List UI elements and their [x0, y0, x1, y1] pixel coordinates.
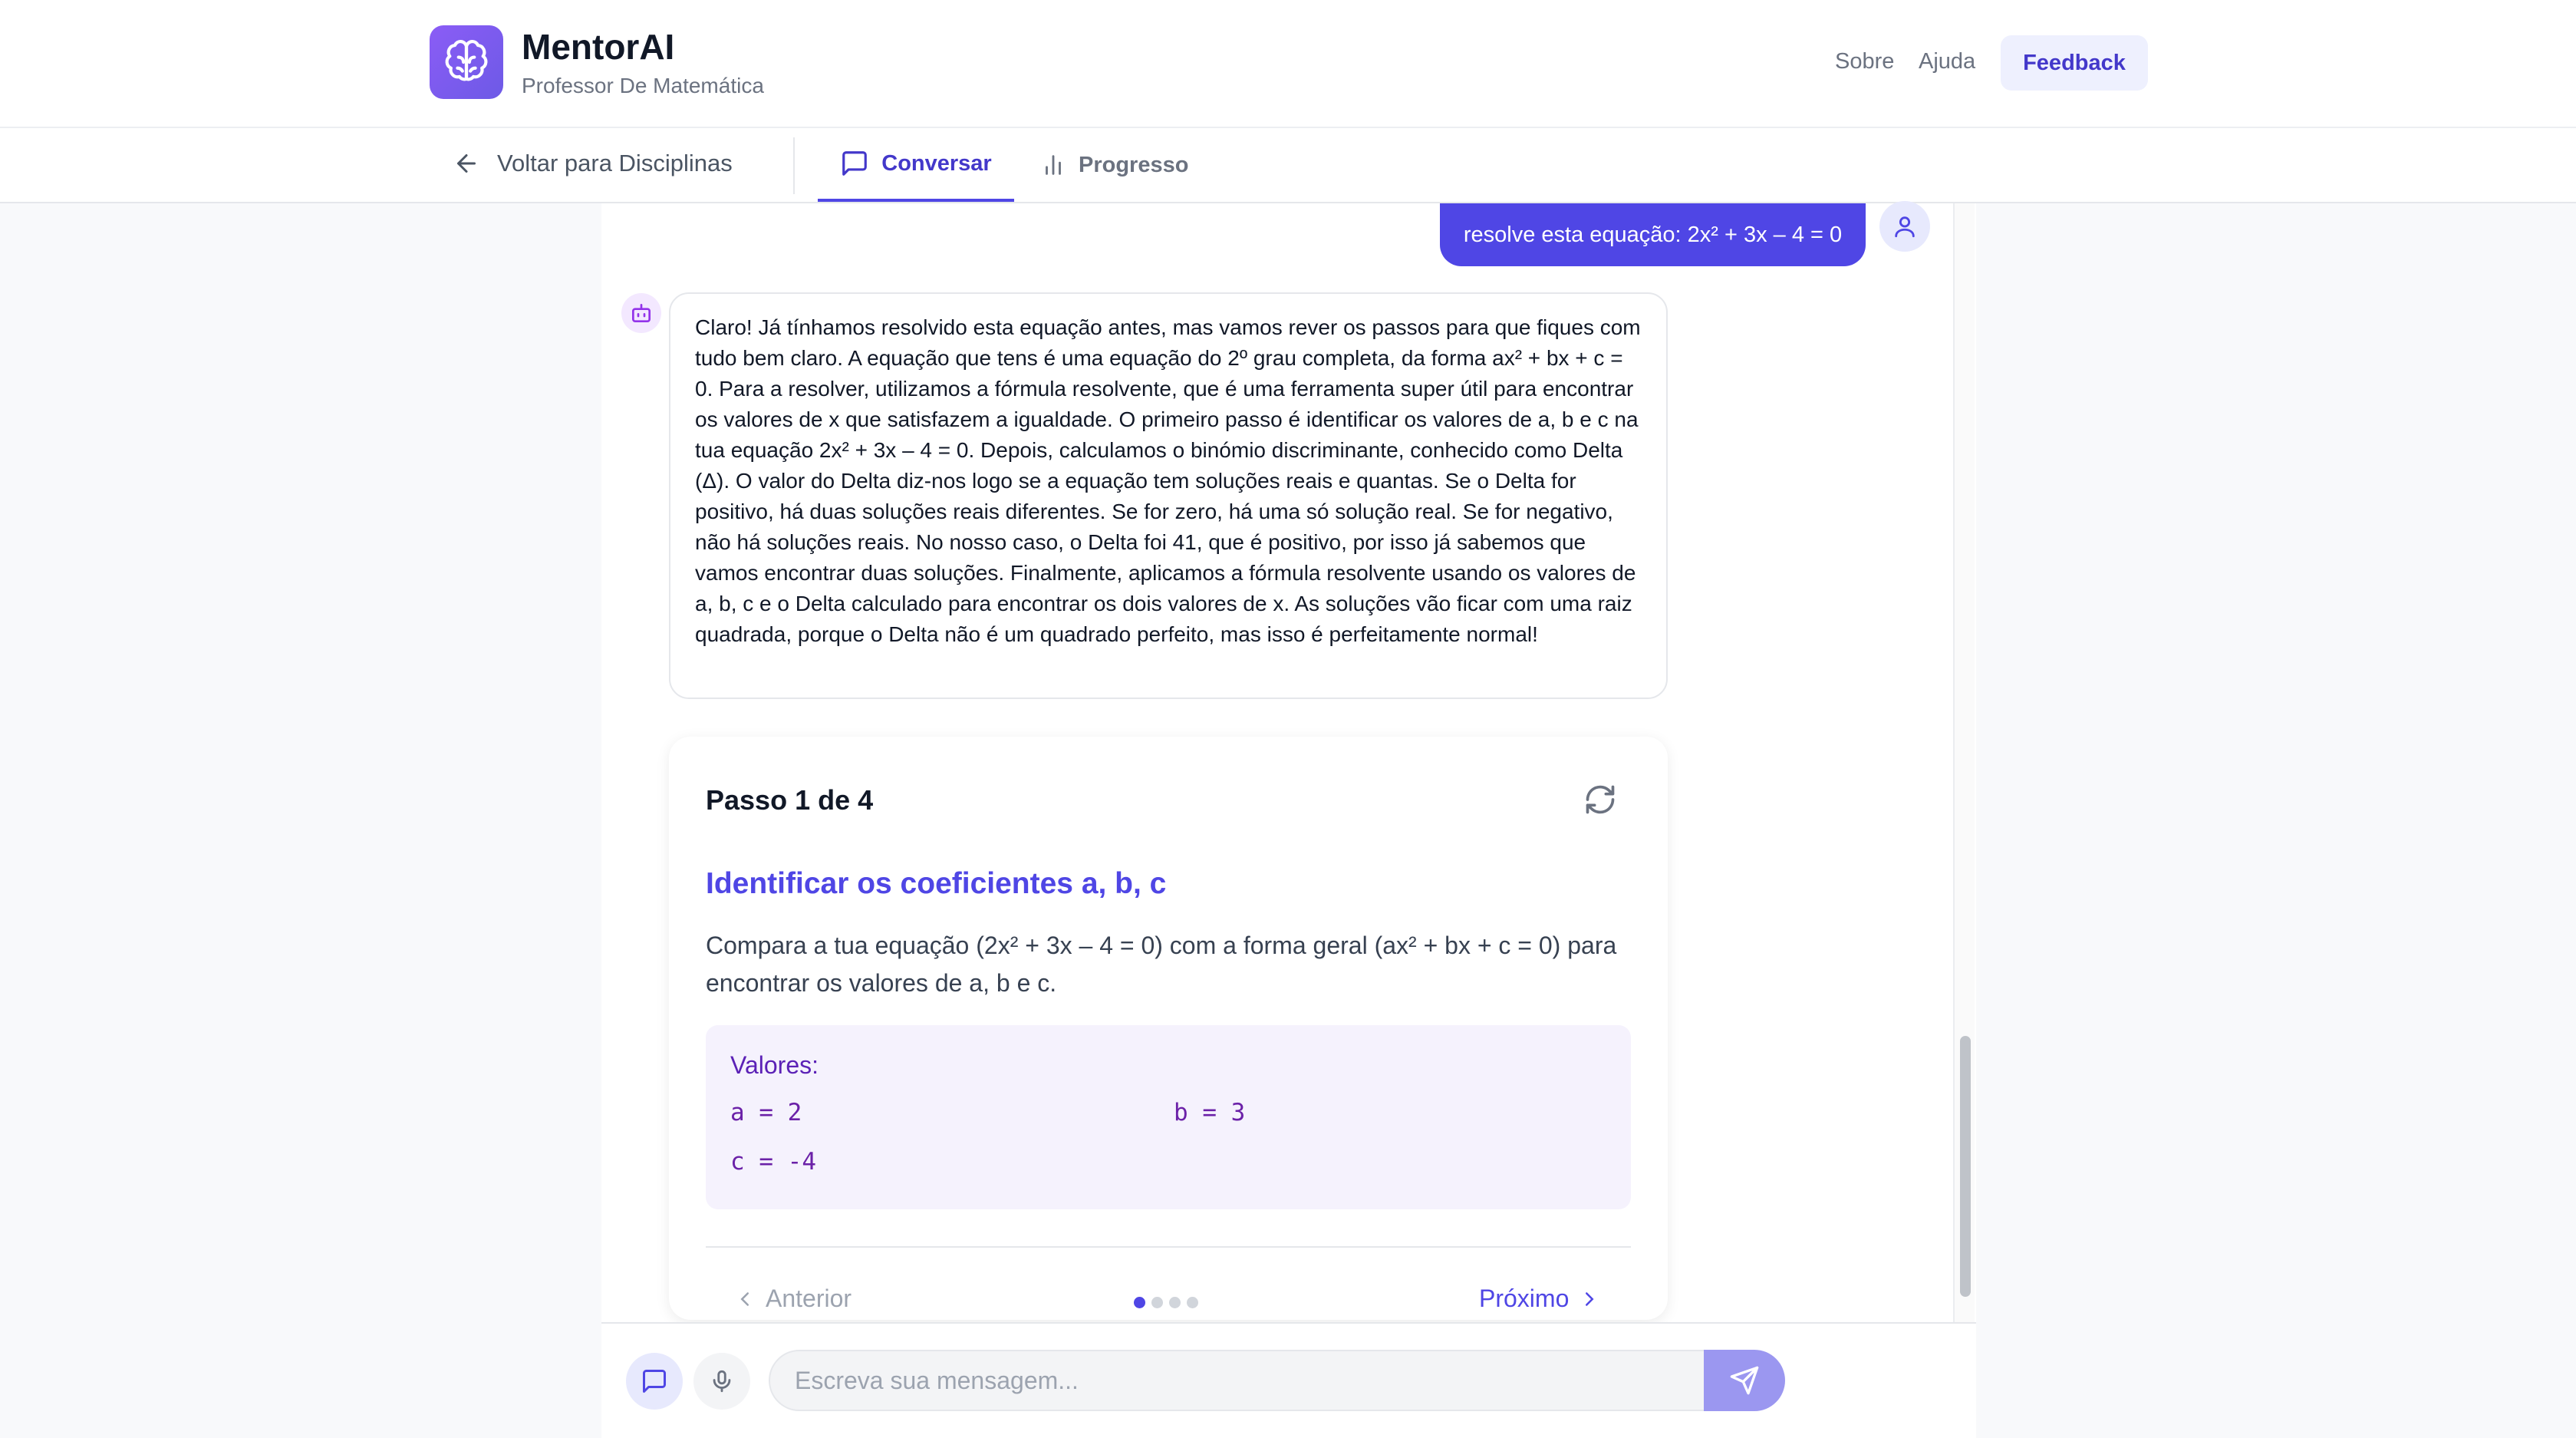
about-link[interactable]: Sobre: [1835, 49, 1894, 74]
feedback-button[interactable]: Feedback: [2001, 35, 2148, 91]
bar-chart-icon: [1046, 155, 1061, 175]
values-label: Valores:: [730, 1051, 819, 1079]
text-mode-button[interactable]: [626, 1353, 683, 1410]
send-icon: [1730, 1366, 1759, 1395]
value-b: b = 3: [1174, 1099, 1246, 1126]
bot-avatar-icon: [621, 293, 661, 333]
nav-divider: [793, 137, 795, 194]
previous-label: Anterior: [766, 1285, 852, 1312]
send-button[interactable]: [1704, 1350, 1785, 1411]
step-dot[interactable]: [1151, 1297, 1163, 1308]
previous-step-button[interactable]: Anterior: [733, 1285, 852, 1313]
chat-icon: [842, 151, 868, 176]
tab-progresso[interactable]: Progresso: [1040, 128, 1188, 202]
step-pagination: [1134, 1297, 1198, 1308]
brain-logo-icon: [430, 25, 503, 99]
values-box: Valores: a = 2 b = 3 c = -4: [706, 1025, 1631, 1209]
step-heading: Identificar os coeficientes a, b, c: [706, 867, 1167, 900]
next-label: Próximo: [1479, 1285, 1570, 1312]
help-link[interactable]: Ajuda: [1919, 49, 1975, 74]
chevron-left-icon: [740, 1291, 749, 1306]
value-c: c = -4: [730, 1148, 816, 1176]
chevron-right-icon: [1586, 1291, 1594, 1306]
tab-conversar[interactable]: Conversar: [818, 128, 1014, 202]
bot-message: Claro! Já tínhamos resolvido esta equaçã…: [669, 292, 1668, 699]
next-step-button[interactable]: Próximo: [1479, 1285, 1601, 1313]
value-a: a = 2: [730, 1099, 802, 1126]
step-dot[interactable]: [1187, 1297, 1198, 1308]
app-subtitle: Professor De Matemática: [522, 74, 764, 97]
step-dot[interactable]: [1169, 1297, 1181, 1308]
microphone-icon: [713, 1370, 731, 1393]
card-divider: [706, 1246, 1631, 1248]
app-header: MentorAI Professor De Matemática Sobre A…: [0, 0, 2576, 128]
back-label: Voltar para Disciplinas: [497, 150, 733, 176]
step-description: Compara a tua equação (2x² + 3x – 4 = 0)…: [706, 932, 1617, 997]
chat-icon: [643, 1370, 666, 1393]
arrow-left-icon: [457, 154, 476, 173]
tab-label: Progresso: [1079, 152, 1189, 177]
message-input[interactable]: [769, 1350, 1706, 1411]
step-card: Passo 1 de 4 Identificar os coeficientes…: [669, 737, 1668, 1320]
app-name: MentorAI: [522, 27, 675, 67]
tab-label: Conversar: [881, 150, 992, 176]
voice-mode-button[interactable]: [693, 1353, 750, 1410]
refresh-icon[interactable]: [1583, 783, 1617, 820]
message-input-bar: [601, 1322, 1976, 1438]
back-to-subjects-button[interactable]: Voltar para Disciplinas: [453, 150, 733, 177]
nav-bar: Voltar para Disciplinas Conversar Progre…: [0, 128, 2576, 203]
user-message: resolve esta equação: 2x² + 3x – 4 = 0: [1440, 203, 1866, 266]
user-avatar-icon: [1879, 201, 1930, 252]
scrollbar-thumb[interactable]: [1960, 1036, 1971, 1297]
step-dot[interactable]: [1134, 1297, 1145, 1308]
step-counter: Passo 1 de 4: [706, 784, 874, 816]
